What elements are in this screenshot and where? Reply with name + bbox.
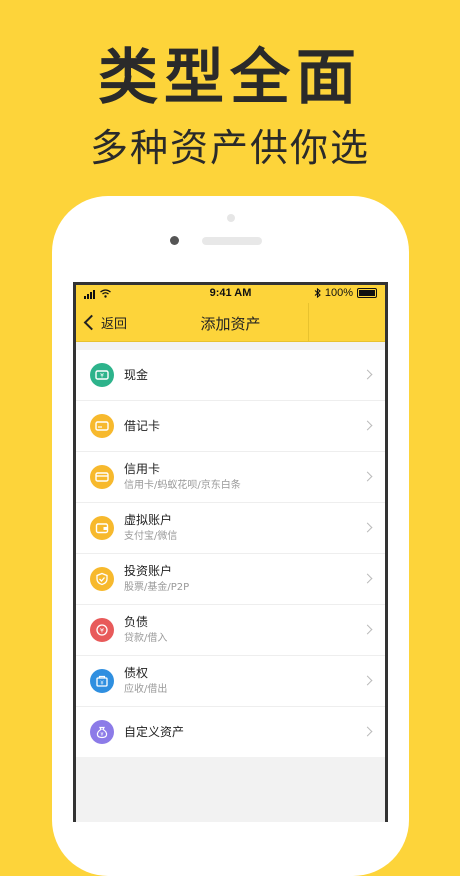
asset-item-cash[interactable]: ¥ 现金 xyxy=(76,350,385,401)
battery-icon xyxy=(357,288,377,298)
liability-icon: ¥ xyxy=(90,618,114,642)
status-bar: 9:41 AM 100% xyxy=(76,285,385,303)
asset-item-label: 现金 xyxy=(124,368,149,382)
promo-subline: 多种资产供你选 xyxy=(89,126,370,170)
chevron-right-icon xyxy=(362,471,373,482)
asset-item-label: 负债 xyxy=(124,615,149,629)
asset-item-subtitle: 股票/基金/P2P xyxy=(124,582,190,593)
svg-text:¥: ¥ xyxy=(100,681,104,687)
svg-text:¥: ¥ xyxy=(100,627,104,635)
asset-type-list: ¥ 现金 借记卡 信用卡 信用卡/蚂蚁花呗/京东白条 虚拟账户 支付宝/微信 投… xyxy=(76,350,385,757)
promo-headline: 类型全面 xyxy=(98,43,362,113)
page-title: 添加资产 xyxy=(200,315,261,333)
chevron-right-icon xyxy=(362,369,373,380)
chevron-right-icon xyxy=(362,726,373,737)
wallet-icon xyxy=(90,516,114,540)
asset-item-subtitle: 支付宝/微信 xyxy=(124,531,178,542)
asset-item-virtual-account[interactable]: 虚拟账户 支付宝/微信 xyxy=(76,503,385,554)
asset-item-investment-account[interactable]: 投资账户 股票/基金/P2P xyxy=(76,554,385,605)
chevron-right-icon xyxy=(362,573,373,584)
custom-asset-icon: ¥ xyxy=(90,720,114,744)
asset-item-subtitle: 信用卡/蚂蚁花呗/京东白条 xyxy=(124,480,241,491)
bluetooth-icon xyxy=(314,288,321,298)
cash-icon: ¥ xyxy=(90,363,114,387)
svg-text:¥: ¥ xyxy=(100,373,104,380)
asset-item-label: 债权 xyxy=(124,666,149,680)
asset-item-subtitle: 贷款/借入 xyxy=(124,633,168,644)
debit-card-icon xyxy=(90,414,114,438)
phone-screen: 9:41 AM 100% 返回 添加资产 ¥ 现金 借记卡 信用卡 信用卡/蚂蚁… xyxy=(73,282,388,822)
asset-item-label: 投资账户 xyxy=(124,564,173,578)
nav-bar: 返回 添加资产 xyxy=(76,303,385,342)
asset-item-liability[interactable]: ¥ 负债 贷款/借入 xyxy=(76,605,385,656)
asset-item-custom[interactable]: ¥ 自定义资产 xyxy=(76,707,385,757)
asset-item-label: 自定义资产 xyxy=(124,725,185,739)
asset-item-label: 信用卡 xyxy=(124,462,161,476)
asset-item-receivable[interactable]: ¥ 债权 应收/借出 xyxy=(76,656,385,707)
chevron-right-icon xyxy=(362,522,373,533)
nav-divider xyxy=(308,303,309,341)
asset-item-subtitle: 应收/借出 xyxy=(124,684,168,695)
sensor-icon xyxy=(227,214,235,222)
asset-item-label: 虚拟账户 xyxy=(124,513,173,527)
speaker-grille xyxy=(202,237,262,245)
chevron-right-icon xyxy=(362,420,373,431)
svg-text:¥: ¥ xyxy=(100,732,103,738)
chevron-right-icon xyxy=(362,675,373,686)
investment-icon xyxy=(90,567,114,591)
asset-item-label: 借记卡 xyxy=(124,419,161,433)
receivable-icon: ¥ xyxy=(90,669,114,693)
credit-card-icon xyxy=(90,465,114,489)
chevron-right-icon xyxy=(362,624,373,635)
asset-item-credit-card[interactable]: 信用卡 信用卡/蚂蚁花呗/京东白条 xyxy=(76,452,385,503)
asset-item-debit-card[interactable]: 借记卡 xyxy=(76,401,385,452)
battery-percent: 100% xyxy=(324,287,353,299)
camera-icon xyxy=(170,236,179,245)
